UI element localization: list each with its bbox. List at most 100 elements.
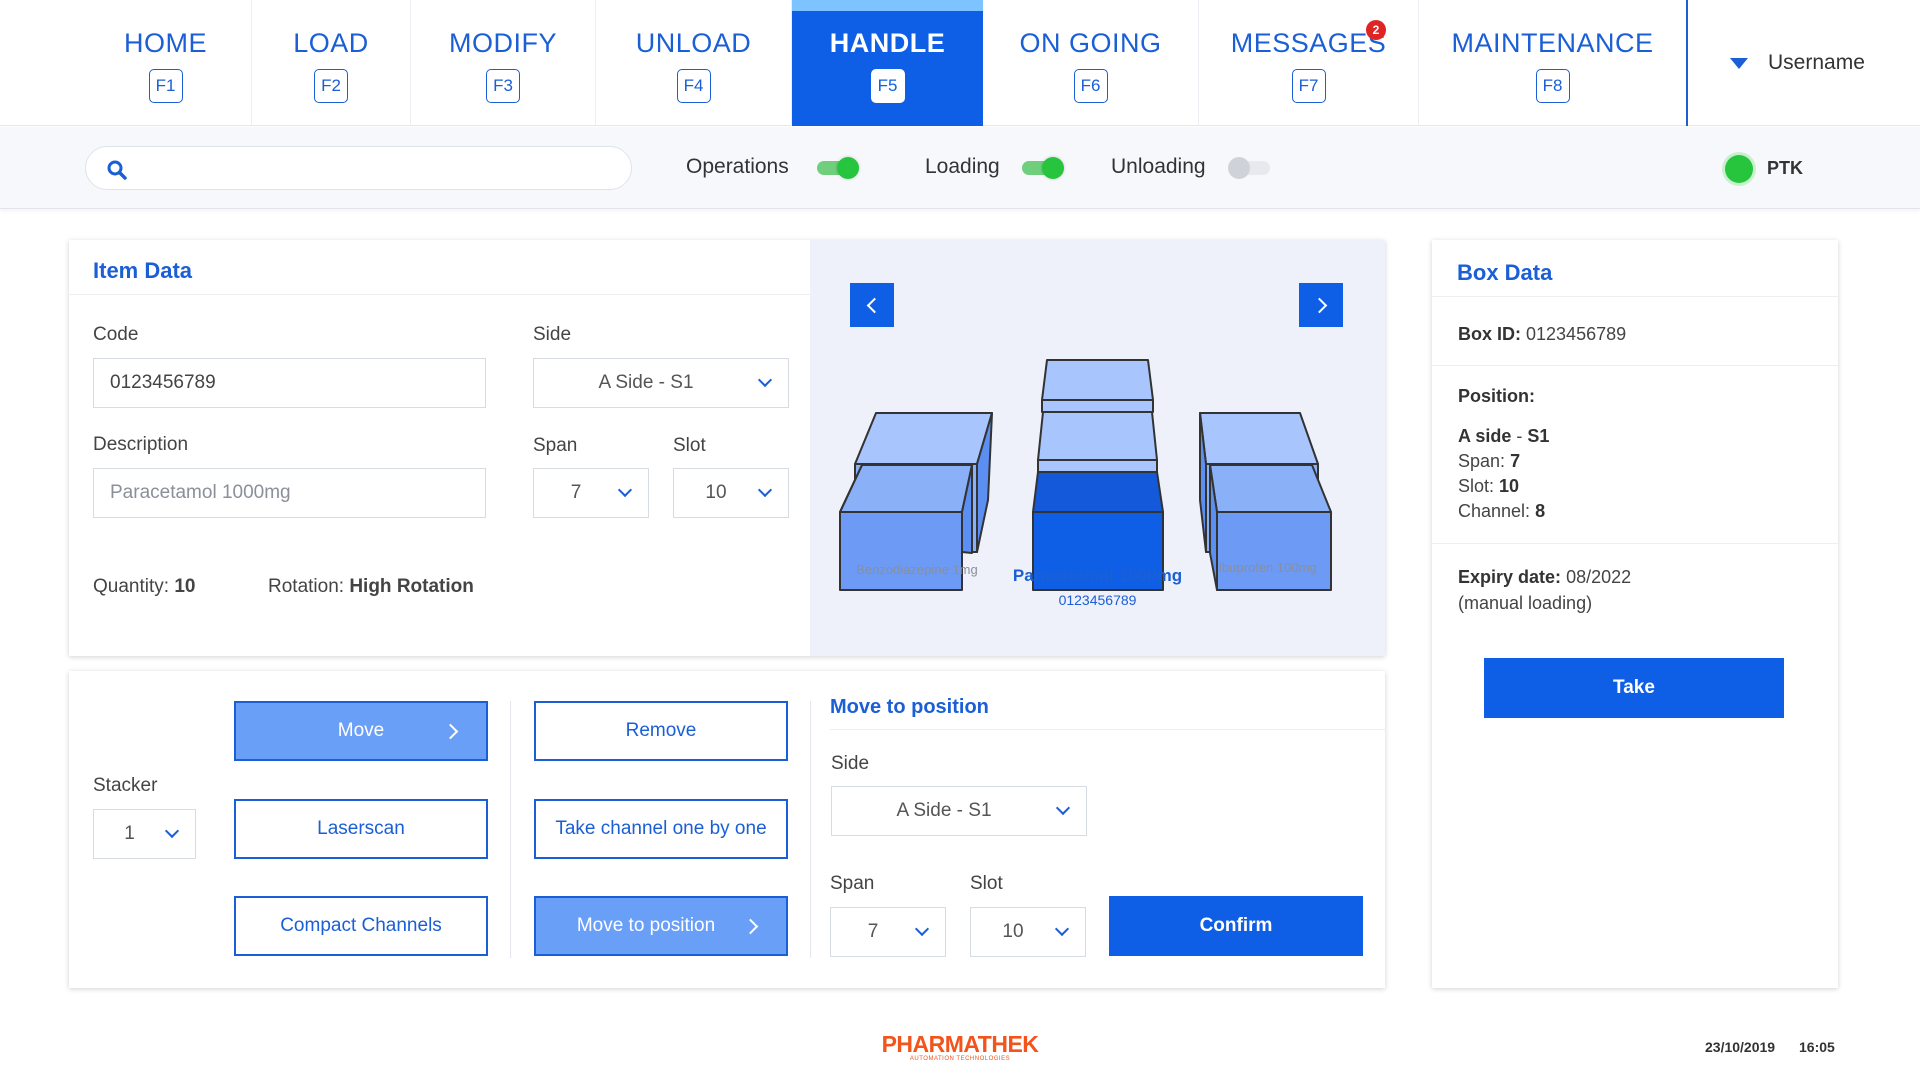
side-prefix: A side (1458, 426, 1512, 446)
compact-channels-button[interactable]: Compact Channels (234, 896, 488, 956)
search-input[interactable] (85, 146, 632, 190)
tab-on-going[interactable]: ON GOING F6 (983, 0, 1199, 126)
tab-messages[interactable]: MESSAGES F7 2 (1199, 0, 1419, 126)
chevron-down-icon (914, 921, 930, 937)
shortcut-key: F7 (1291, 68, 1326, 103)
pharmathek-logo: PHARMATHEK AUTOMATION TECHNOLOGIES (872, 1033, 1048, 1063)
footer-time: 16:05 (1799, 1039, 1835, 1055)
item-data-card: Item Data Code 0123456789 Side A Side - … (69, 240, 1385, 656)
box-data-card: Box Data Box ID: 0123456789 Position: A … (1432, 240, 1838, 988)
code-field[interactable]: 0123456789 (93, 358, 486, 408)
box-id-value: 0123456789 (1526, 324, 1627, 344)
rotation: Rotation: High Rotation (268, 576, 474, 598)
span-label: Span: (1458, 451, 1506, 471)
code-label: Code (93, 324, 139, 345)
right-item-name: Ibuprofen 100mg (1218, 560, 1317, 575)
chevron-down-icon (1054, 921, 1070, 937)
username: Username (1768, 51, 1865, 74)
move-to-position-title: Move to position (830, 696, 989, 718)
tab-label: LOAD (293, 27, 369, 58)
tab-unload[interactable]: UNLOAD F4 (596, 0, 792, 126)
loading-toggle[interactable] (1022, 157, 1064, 179)
tab-handle[interactable]: HANDLE F5 (792, 0, 983, 126)
item-data-title: Item Data (93, 258, 193, 283)
move-button[interactable]: Move (234, 701, 488, 761)
position-side: A side - S1 (1458, 424, 1549, 449)
expiry-label: Expiry date: (1458, 567, 1562, 587)
shortcut-key: F8 (1535, 68, 1570, 103)
chevron-down-icon (164, 823, 180, 839)
divider (830, 729, 1385, 730)
tab-modify[interactable]: MODIFY F3 (411, 0, 596, 126)
item-viewer: Benzodiazepine 1mg Paracetamol 1000mg 01… (810, 240, 1385, 656)
selected-item-name: Paracetamol 1000mg (1012, 566, 1183, 585)
move-slot-select[interactable]: 10 (970, 907, 1086, 957)
quantity: Quantity: 10 (93, 576, 195, 598)
footer-date: 23/10/2019 (1705, 1039, 1776, 1055)
status-label: PTK (1767, 158, 1803, 178)
loading-label: Loading (925, 155, 1000, 178)
take-channel-button[interactable]: Take channel one by one (534, 799, 788, 859)
user-menu[interactable]: Username (1686, 0, 1920, 126)
operations-label: Operations (686, 155, 789, 178)
stacker-label: Stacker (93, 775, 158, 796)
expiry-value: 08/2022 (1566, 567, 1632, 587)
expiry: Expiry date: 08/2022 (manual loading) (1458, 564, 1631, 616)
shortcut-key: F6 (1073, 68, 1108, 103)
box-id-label: Box ID: (1458, 324, 1521, 344)
divider (1432, 543, 1838, 544)
tab-label: UNLOAD (635, 27, 752, 58)
remove-button[interactable]: Remove (534, 701, 788, 761)
slot-select[interactable]: 10 (673, 468, 789, 518)
slot-label: Slot (673, 435, 706, 456)
slot-value: 10 (705, 482, 727, 503)
stacker-select[interactable]: 1 (93, 809, 196, 859)
move-slot-label: Slot (970, 873, 1003, 894)
tab-home[interactable]: HOME F1 (80, 0, 252, 126)
divider (1432, 296, 1838, 297)
divider (1432, 365, 1838, 366)
move-button-label: Move (337, 720, 385, 741)
move-side-select[interactable]: A Side - S1 (831, 786, 1087, 836)
rotation-value: High Rotation (349, 576, 474, 597)
move-span-label: Span (830, 873, 875, 894)
search-icon (107, 160, 127, 180)
shortcut-key: F2 (314, 68, 348, 103)
move-to-position-label: Move to position (576, 915, 716, 936)
description-field[interactable]: Paracetamol 1000mg (93, 468, 486, 518)
shortcut-key: F3 (486, 68, 520, 103)
laserscan-button[interactable]: Laserscan (234, 799, 488, 859)
shortcut-key: F4 (676, 68, 711, 103)
confirm-button[interactable]: Confirm (1109, 896, 1363, 956)
shortcut-key: F5 (870, 68, 905, 103)
shortcut-key: F1 (148, 68, 183, 103)
description-label: Description (93, 434, 189, 455)
span-select[interactable]: 7 (533, 468, 649, 518)
move-span-value: 7 (867, 921, 879, 942)
take-button[interactable]: Take (1484, 658, 1784, 718)
side-value: S1 (1527, 426, 1550, 446)
expiry-note: (manual loading) (1458, 593, 1593, 613)
tab-label: HOME (124, 27, 207, 58)
span-label: Span (533, 435, 578, 456)
position-slot: Slot: 10 (1458, 474, 1549, 499)
slot-label: Slot: (1458, 476, 1495, 496)
span-value: 7 (1510, 451, 1521, 471)
operations-toggle[interactable] (817, 157, 859, 179)
unloading-toggle[interactable] (1228, 157, 1270, 179)
chevron-right-icon (442, 723, 459, 739)
chevron-right-icon (742, 918, 759, 934)
tab-load[interactable]: LOAD F2 (252, 0, 411, 126)
tab-maintenance[interactable]: MAINTENANCE F8 (1419, 0, 1686, 126)
side-select[interactable]: A Side - S1 (533, 358, 789, 408)
move-span-select[interactable]: 7 (830, 907, 946, 957)
notification-badge: 2 (1366, 20, 1386, 40)
chevron-down-icon (617, 482, 633, 498)
unloading-label: Unloading (1111, 155, 1206, 178)
move-to-position-button[interactable]: Move to position (534, 896, 788, 956)
quantity-value: 10 (174, 576, 196, 597)
tab-label: MESSAGES (1230, 27, 1387, 58)
divider (810, 701, 811, 958)
channel-label: Channel: (1458, 501, 1531, 521)
tab-label: MAINTENANCE (1451, 27, 1654, 58)
